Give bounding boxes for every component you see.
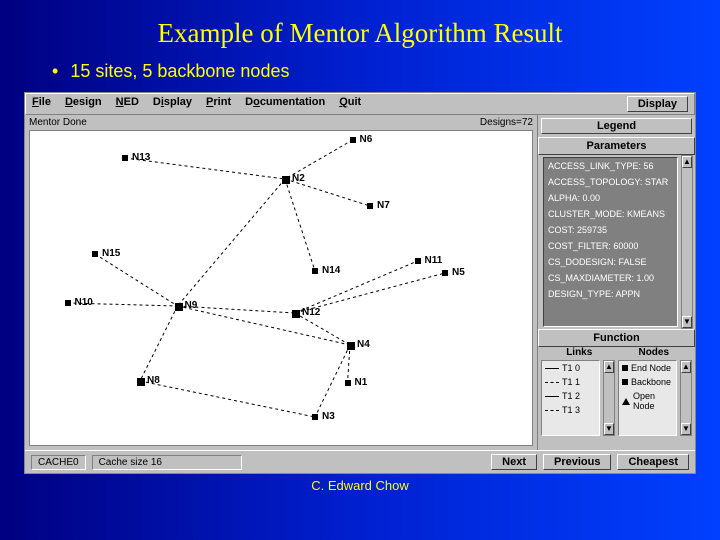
menubar: File Design NED Display Print Documentat… [25,93,695,115]
parameter-item[interactable]: ALPHA: 0.00 [544,190,677,206]
node-type-row[interactable]: Backbone [619,375,676,389]
node-label-N15: N15 [102,248,120,259]
node-type-row[interactable]: Open Node [619,389,676,413]
node-N7[interactable] [367,203,373,209]
node-N15[interactable] [92,251,98,257]
node-label-N4: N4 [357,339,370,350]
node-label-N14: N14 [322,265,340,276]
nodes-heading: Nodes [617,347,692,358]
canvas-status: Mentor Done Designs=72 [25,115,537,130]
node-label-N7: N7 [377,200,390,211]
parameters-list[interactable]: ACCESS_LINK_TYPE: 56ACCESS_TOPOLOGY: STA… [543,157,678,327]
menu-design[interactable]: Design [65,96,102,112]
node-label-N10: N10 [75,297,93,308]
parameters-heading: Parameters [538,137,695,155]
parameter-item[interactable]: COST_FILTER: 60000 [544,238,677,254]
node-label-N5: N5 [452,267,465,278]
node-type-row[interactable]: End Node [619,361,676,375]
menu-print[interactable]: Print [206,96,231,112]
slide-title: Example of Mentor Algorithm Result [0,0,720,57]
node-N9[interactable] [175,303,183,311]
node-N5[interactable] [442,270,448,276]
legend-button[interactable]: Legend [541,118,692,134]
display-button[interactable]: Display [627,96,688,112]
node-label-N2: N2 [292,173,305,184]
cheapest-button[interactable]: Cheapest [617,454,689,470]
parameter-item[interactable]: COST: 259735 [544,222,677,238]
node-N1[interactable] [345,380,351,386]
node-label-N1: N1 [355,377,368,388]
node-label-N11: N11 [425,255,443,266]
menu-ned[interactable]: NED [116,96,139,112]
nodes-legend: End NodeBackboneOpen Node [618,360,677,436]
parameter-item[interactable]: ACCESS_TOPOLOGY: STAR [544,174,677,190]
next-button[interactable]: Next [491,454,537,470]
menu-display[interactable]: Display [153,96,192,112]
links-scrollbar[interactable]: ▲▼ [603,360,615,436]
status-right: Designs=72 [480,117,533,128]
nodes-scrollbar[interactable]: ▲▼ [680,360,692,436]
node-label-N6: N6 [360,134,373,145]
node-N4[interactable] [347,342,355,350]
node-N13[interactable] [122,155,128,161]
node-N10[interactable] [65,300,71,306]
link-type-row[interactable]: T1 0 [542,361,599,375]
parameter-item[interactable]: ACCESS_LINK_TYPE: 56 [544,158,677,174]
slide-footer: C. Edward Chow [0,474,720,497]
links-heading: Links [542,347,617,358]
previous-button[interactable]: Previous [543,454,611,470]
right-panel: Legend Parameters ACCESS_LINK_TYPE: 56AC… [537,115,695,450]
parameters-scrollbar[interactable]: ▲▼ [681,155,693,329]
status-left: Mentor Done [29,117,87,128]
link-type-row[interactable]: T1 2 [542,389,599,403]
link-type-row[interactable]: T1 1 [542,375,599,389]
node-label-N9: N9 [185,300,198,311]
node-label-N8: N8 [147,375,160,386]
menu-quit[interactable]: Quit [339,96,361,112]
node-N11[interactable] [415,258,421,264]
parameter-item[interactable]: CLUSTER_MODE: KMEANS [544,206,677,222]
parameter-item[interactable]: CS_MAXDIAMETER: 1.00 [544,270,677,286]
menu-documentation[interactable]: Documentation [245,96,325,112]
links-legend: T1 0T1 1T1 2T1 3 [541,360,600,436]
slide-bullet: •15 sites, 5 backbone nodes [0,57,720,86]
network-canvas[interactable]: N13 N6 N2 N7 N15 N14 N11 N5 N10 N9 N12 N4 N8 N1 N3 [29,130,533,446]
network-edges [30,131,532,445]
parameter-item[interactable]: DESIGN_TYPE: APPN [544,286,677,302]
node-label-N12: N12 [302,307,320,318]
function-legend: T1 0T1 1T1 2T1 3 ▲▼ End NodeBackboneOpen… [541,360,692,436]
parameter-item[interactable]: CS_DODESIGN: FALSE [544,254,677,270]
bottom-bar: CACHE0 Cache size 16 Next Previous Cheap… [25,450,695,473]
node-N6[interactable] [350,137,356,143]
cache-size: Cache size 16 [92,455,242,470]
node-N8[interactable] [137,378,145,386]
menu-file[interactable]: File [32,96,51,112]
app-window: File Design NED Display Print Documentat… [24,92,696,474]
node-N3[interactable] [312,414,318,420]
cache-label: CACHE0 [31,455,86,470]
node-label-N3: N3 [322,411,335,422]
node-label-N13: N13 [132,152,150,163]
node-N14[interactable] [312,268,318,274]
node-N12[interactable] [292,310,300,318]
function-heading: Function [538,329,695,347]
node-N2[interactable] [282,176,290,184]
link-type-row[interactable]: T1 3 [542,403,599,417]
